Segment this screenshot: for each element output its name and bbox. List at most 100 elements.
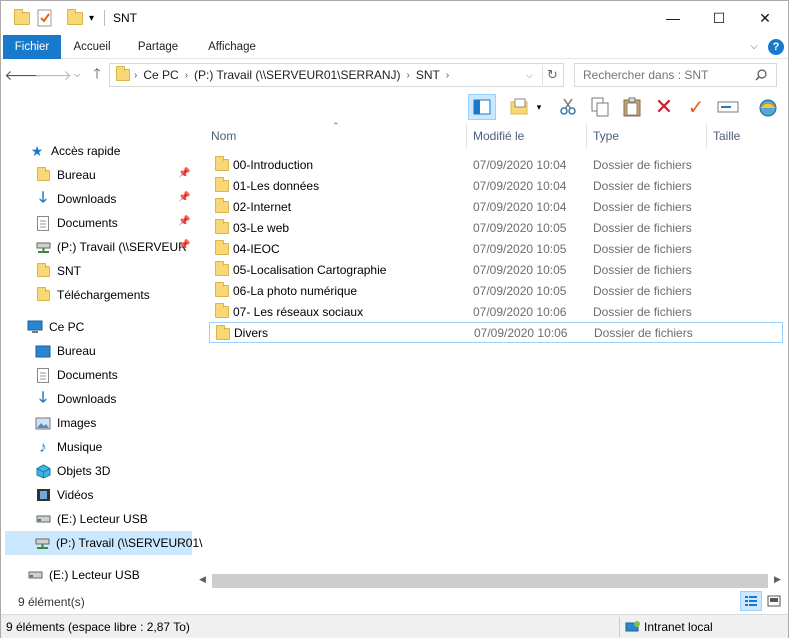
minimize-button[interactable]: — (650, 1, 696, 35)
nav-label: Accès rapide (51, 144, 121, 158)
rename-check-icon[interactable]: ✓ (682, 94, 710, 120)
3d-objects-icon (35, 463, 51, 479)
item-status-bar: 9 élément(s) (1, 591, 788, 613)
paste-icon[interactable] (618, 94, 646, 120)
document-icon (35, 215, 51, 231)
file-row[interactable]: Divers 07/09/2020 10:06 Dossier de fichi… (209, 322, 783, 343)
nav-quick-network-drive[interactable]: (P:) Travail (\\SERVEUR (35, 235, 187, 259)
nav-pc-musique[interactable]: ♪ Musique (35, 435, 102, 459)
globe-shell-icon[interactable] (754, 94, 782, 120)
download-arrow-icon: 🡓 (39, 188, 47, 206)
nav-usb-drive[interactable]: (E:) Lecteur USB (27, 563, 140, 587)
rename-icon[interactable] (714, 94, 742, 120)
column-header-modified[interactable]: Modifié le (467, 123, 587, 149)
file-type: Dossier de fichiers (594, 325, 693, 340)
up-arrow-icon[interactable]: 🡑 (87, 65, 107, 85)
refresh-icon[interactable]: ↻ (547, 67, 558, 83)
column-header-size[interactable]: Taille (707, 123, 783, 149)
breadcrumb-travail[interactable]: (P:) Travail (\\SERVEUR01\SERRANJ) (194, 68, 401, 82)
nav-pc-network-drive[interactable]: (P:) Travail (\\SERVEUR01\ (5, 531, 202, 555)
download-arrow-icon: 🡓 (39, 388, 47, 406)
column-header-type[interactable]: Type (587, 123, 707, 149)
file-row[interactable]: 05-Localisation Cartographie 07/09/2020 … (209, 259, 783, 280)
file-row[interactable]: 04-IEOC 07/09/2020 10:05 Dossier de fich… (209, 238, 783, 259)
recent-locations-chevron-icon[interactable]: ⌵ (67, 65, 87, 85)
file-row[interactable]: 06-La photo numérique 07/09/2020 10:05 D… (209, 280, 783, 301)
nav-quick-access[interactable]: ★ Accès rapide (29, 139, 121, 163)
nav-pc-objets-3d[interactable]: Objets 3D (35, 459, 110, 483)
maximize-button[interactable]: ☐ (696, 1, 742, 35)
file-modified: 07/09/2020 10:04 (473, 178, 567, 193)
address-bar[interactable]: › Ce PC › (P:) Travail (\\SERVEUR01\SERR… (109, 63, 564, 87)
nav-label: (P:) Travail (\\SERVEUR (57, 240, 187, 254)
breadcrumb-snt[interactable]: SNT (416, 68, 440, 82)
column-header-name[interactable]: Nom (205, 123, 467, 149)
tab-affichage[interactable]: Affichage (199, 35, 265, 59)
customize-toolbar-chevron-icon[interactable]: ▾ (89, 9, 94, 27)
new-folder-icon[interactable] (67, 8, 83, 27)
nav-quick-documents[interactable]: Documents (35, 211, 118, 235)
properties-icon[interactable] (37, 9, 53, 27)
copy-icon[interactable] (586, 94, 614, 120)
file-row[interactable]: 01-Les données 07/09/2020 10:04 Dossier … (209, 175, 783, 196)
scroll-left-arrow-icon[interactable]: ◀ (199, 574, 206, 585)
file-modified: 07/09/2020 10:06 (473, 304, 567, 319)
nav-quick-telechargements[interactable]: Téléchargements (35, 283, 150, 307)
explorer-window: ▾ SNT — ☐ ✕ Fichier Accueil Partage Affi… (0, 0, 789, 638)
new-item-dropdown-chevron-icon[interactable]: ▾ (532, 94, 546, 120)
forward-arrow-icon[interactable]: 🡒 (34, 65, 72, 85)
help-button[interactable]: ? (768, 39, 784, 55)
folder-icon (215, 282, 229, 297)
pin-icon[interactable]: 📌 (178, 192, 190, 203)
address-history-chevron-icon[interactable]: ⌵ (526, 70, 533, 81)
nav-pc-bureau[interactable]: Bureau (35, 339, 96, 363)
file-row[interactable]: 07- Les réseaux sociaux 07/09/2020 10:06… (209, 301, 783, 322)
file-name: Divers (234, 325, 269, 340)
nav-quick-downloads[interactable]: 🡓 Downloads (35, 187, 116, 211)
large-icons-view-icon[interactable] (764, 591, 784, 611)
breadcrumb-separator-icon: › (184, 69, 189, 81)
pin-icon[interactable]: 📌 (178, 216, 190, 227)
file-row[interactable]: 03-Le web 07/09/2020 10:05 Dossier de fi… (209, 217, 783, 238)
file-type: Dossier de fichiers (593, 178, 692, 193)
close-button[interactable]: ✕ (742, 1, 788, 35)
nav-quick-bureau[interactable]: Bureau (35, 163, 96, 187)
horizontal-scrollbar[interactable]: ◀ ▶ (194, 571, 788, 591)
details-view-icon[interactable] (740, 591, 762, 611)
nav-pc-usb[interactable]: (E:) Lecteur USB (35, 507, 148, 531)
delete-icon[interactable]: ✕ (650, 94, 678, 120)
scroll-right-arrow-icon[interactable]: ▶ (774, 574, 781, 585)
nav-this-pc[interactable]: Ce PC (27, 315, 84, 339)
navigation-pane-icon[interactable] (468, 94, 496, 120)
file-modified: 07/09/2020 10:05 (473, 283, 567, 298)
nav-label: (P:) Travail (\\SERVEUR01\ (56, 536, 203, 550)
expand-ribbon-chevron-icon[interactable]: ⌵ (747, 35, 761, 59)
new-item-icon[interactable] (506, 94, 534, 120)
file-row[interactable]: 00-Introduction 07/09/2020 10:04 Dossier… (209, 154, 783, 175)
back-arrow-icon[interactable]: 🡐 (4, 65, 42, 85)
file-row[interactable]: 02-Internet 07/09/2020 10:04 Dossier de … (209, 196, 783, 217)
breadcrumb-ce-pc[interactable]: Ce PC (143, 68, 178, 82)
file-type: Dossier de fichiers (593, 283, 692, 298)
tab-accueil[interactable]: Accueil (65, 35, 119, 59)
folder-icon (35, 262, 51, 279)
tab-fichier[interactable]: Fichier (3, 35, 61, 59)
nav-pc-videos[interactable]: Vidéos (35, 483, 93, 507)
free-space-text: 9 éléments (espace libre : 2,87 To) (6, 620, 190, 634)
scrollbar-thumb[interactable] (212, 574, 768, 588)
nav-quick-snt[interactable]: SNT (35, 259, 81, 283)
title-bar: ▾ SNT — ☐ ✕ (1, 1, 788, 35)
nav-label: Downloads (57, 192, 117, 206)
nav-pc-documents[interactable]: Documents (35, 363, 118, 387)
search-input[interactable] (574, 63, 777, 87)
nav-label: Téléchargements (57, 288, 150, 302)
tab-partage[interactable]: Partage (129, 35, 187, 59)
search-icon[interactable] (755, 69, 767, 81)
pin-icon[interactable]: 📌 (178, 168, 190, 179)
pin-icon[interactable]: 📌 (178, 240, 190, 251)
nav-pc-downloads[interactable]: 🡓 Downloads (35, 387, 116, 411)
file-type: Dossier de fichiers (593, 199, 692, 214)
cut-icon[interactable] (554, 94, 582, 120)
nav-label: Bureau (57, 168, 96, 182)
nav-pc-images[interactable]: Images (35, 411, 96, 435)
